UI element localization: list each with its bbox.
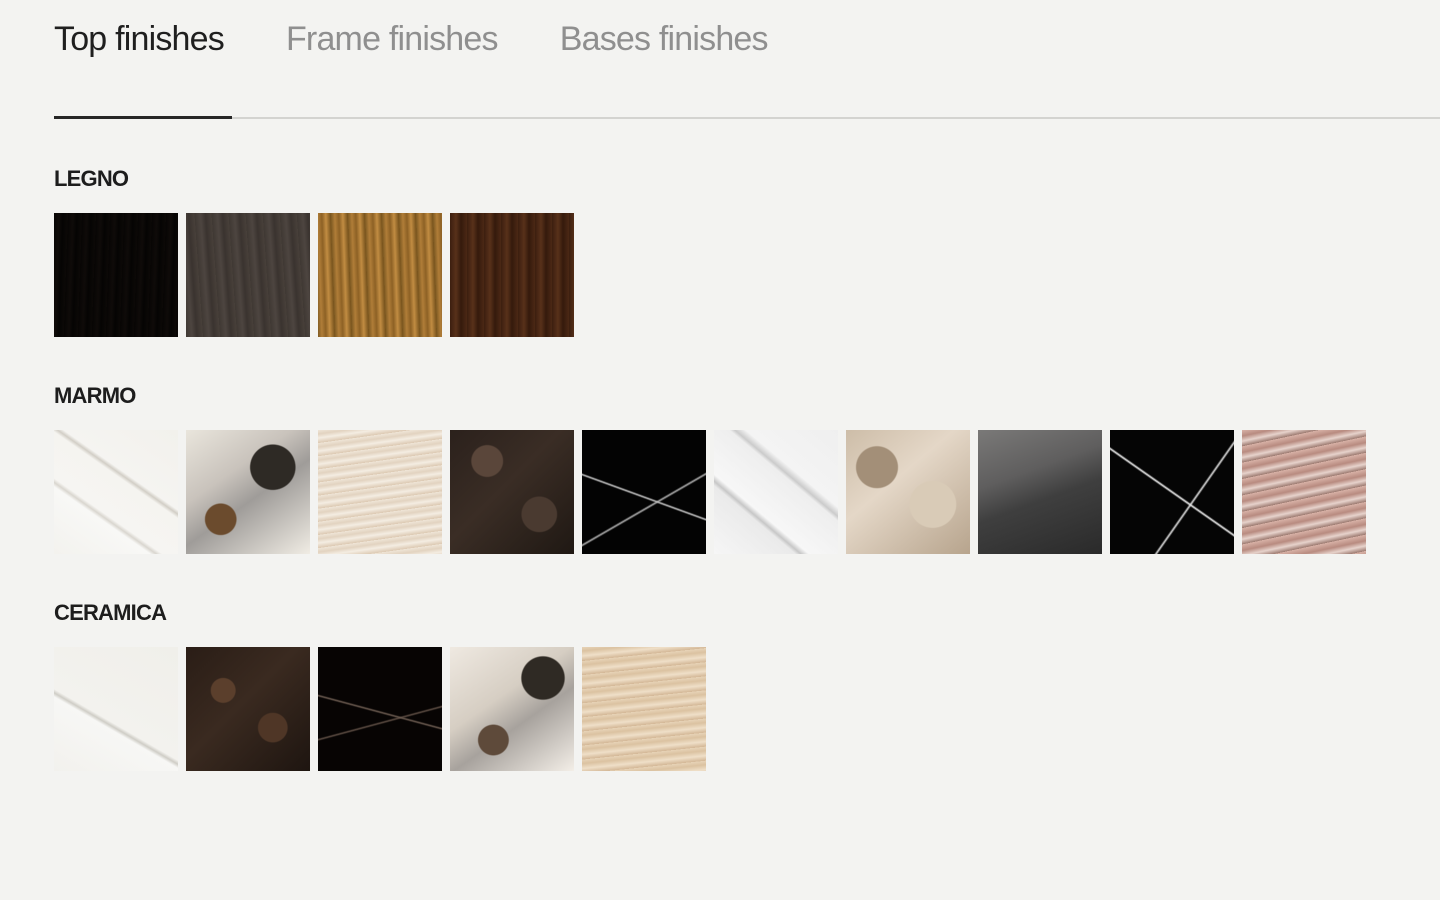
- swatch-marmo-4[interactable]: [450, 430, 574, 554]
- swatch-legno-2[interactable]: [186, 213, 310, 337]
- swatch-marmo-5[interactable]: [582, 430, 706, 554]
- swatch-ceramica-2[interactable]: [186, 647, 310, 771]
- section-title-ceramica: CERAMICA: [54, 600, 167, 625]
- swatch-marmo-3[interactable]: [318, 430, 442, 554]
- swatch-ceramica-5[interactable]: [582, 647, 706, 771]
- swatch-marmo-9[interactable]: [1110, 430, 1234, 554]
- swatch-ceramica-4[interactable]: [450, 647, 574, 771]
- swatch-ceramica-3[interactable]: [318, 647, 442, 771]
- tab-bases-finishes[interactable]: Bases finishes: [560, 18, 769, 60]
- swatch-marmo-8[interactable]: [978, 430, 1102, 554]
- tab-bar: Top finishes Frame finishes Bases finish…: [54, 18, 769, 60]
- swatch-grid-marmo: [54, 430, 1366, 554]
- section-ceramica: CERAMICA: [54, 600, 706, 771]
- active-tab-indicator: [54, 116, 232, 119]
- swatch-grid-ceramica: [54, 647, 706, 771]
- section-title-legno: LEGNO: [54, 166, 129, 191]
- tab-frame-finishes[interactable]: Frame finishes: [286, 18, 499, 60]
- section-marmo: MARMO: [54, 383, 1366, 554]
- swatch-marmo-10[interactable]: [1242, 430, 1366, 554]
- tab-divider: [54, 117, 1440, 119]
- swatch-marmo-1[interactable]: [54, 430, 178, 554]
- section-legno: LEGNO: [54, 166, 574, 337]
- swatch-legno-3[interactable]: [318, 213, 442, 337]
- swatch-ceramica-1[interactable]: [54, 647, 178, 771]
- swatch-legno-4[interactable]: [450, 213, 574, 337]
- swatch-marmo-6[interactable]: [714, 430, 838, 554]
- swatch-grid-legno: [54, 213, 574, 337]
- swatch-legno-1[interactable]: [54, 213, 178, 337]
- swatch-marmo-7[interactable]: [846, 430, 970, 554]
- swatch-marmo-2[interactable]: [186, 430, 310, 554]
- section-title-marmo: MARMO: [54, 383, 136, 408]
- tab-top-finishes[interactable]: Top finishes: [54, 18, 225, 60]
